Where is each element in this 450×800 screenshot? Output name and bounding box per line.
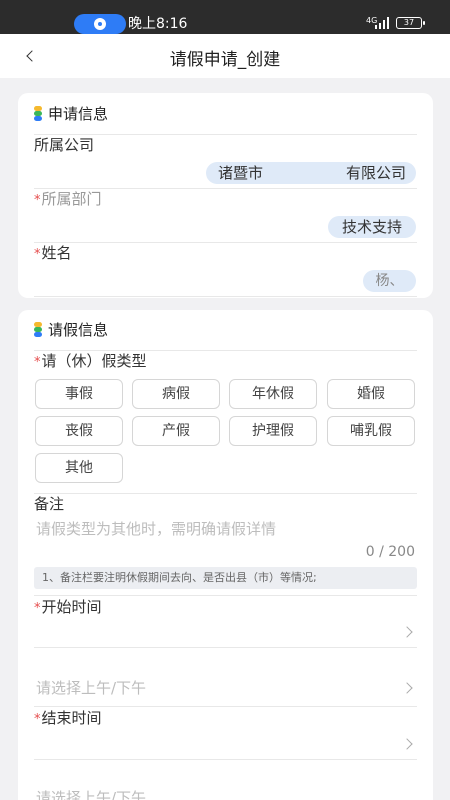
remark-input[interactable]: 请假类型为其他时，需明确请假详情: [36, 519, 276, 539]
required-mark: *: [34, 247, 41, 262]
divider: [34, 647, 417, 648]
divider: [34, 595, 417, 596]
remark-label: 备注: [34, 495, 65, 513]
start-time-label: *开始时间: [34, 598, 102, 616]
leave-info-title: 请假信息: [48, 321, 109, 339]
leave-type-funeral[interactable]: 丧假: [35, 416, 123, 446]
remark-notice: 1、备注栏要注明休假期间去向、是否出县（市）等情况;: [34, 567, 417, 589]
required-mark: *: [34, 712, 41, 727]
leave-type-sick[interactable]: 病假: [132, 379, 220, 409]
company-value-left: 诸暨市: [218, 164, 264, 182]
section-stack-icon: [34, 322, 42, 338]
location-pill: [74, 14, 126, 34]
location-pin-icon: [94, 18, 106, 30]
end-time-label: *结束时间: [34, 709, 102, 727]
status-time: 晚上8:16: [128, 16, 188, 32]
end-period-select[interactable]: 请选择上午/下午: [36, 788, 146, 800]
apply-info-title: 申请信息: [48, 105, 109, 123]
divider: [34, 493, 417, 494]
required-mark: *: [34, 355, 41, 370]
required-mark: *: [34, 601, 41, 616]
divider: [34, 759, 417, 760]
name-value: 杨、: [363, 270, 416, 292]
signal-icon: [375, 17, 391, 29]
start-date-chevron-icon[interactable]: [401, 626, 413, 638]
leave-type-nursing[interactable]: 护理假: [229, 416, 317, 446]
section-stack-icon: [34, 106, 42, 122]
battery-icon: 37: [396, 17, 425, 29]
leave-info-card: 请假信息 *请（休）假类型 事假 病假 年休假 婚假 丧假 产假 护理假 哺乳假…: [18, 310, 433, 800]
leave-type-maternity[interactable]: 产假: [132, 416, 220, 446]
leave-type-annual[interactable]: 年休假: [229, 379, 317, 409]
company-value: 诸暨市 有限公司: [206, 162, 416, 184]
divider: [34, 296, 417, 297]
leave-type-personal[interactable]: 事假: [35, 379, 123, 409]
apply-info-card: 申请信息 所属公司 诸暨市 有限公司 *所属部门 技术支持 *姓名 杨、: [18, 93, 433, 298]
department-value: 技术支持: [328, 216, 416, 238]
end-date-chevron-icon[interactable]: [401, 738, 413, 750]
company-value-right: 有限公司: [345, 164, 406, 182]
leave-type-breastfeeding[interactable]: 哺乳假: [327, 416, 415, 446]
start-period-select[interactable]: 请选择上午/下午: [36, 678, 146, 698]
leave-type-label: *请（休）假类型: [34, 352, 147, 370]
name-label: *姓名: [34, 244, 72, 262]
status-bar: 晚上8:16 4G 37: [0, 0, 450, 34]
start-period-chevron-icon[interactable]: [401, 682, 413, 694]
divider: [34, 242, 417, 243]
page-title: 请假申请_创建: [169, 50, 281, 70]
company-label: 所属公司: [34, 136, 95, 154]
leave-type-other[interactable]: 其他: [35, 453, 123, 483]
nav-bar: 请假申请_创建: [0, 34, 450, 78]
divider: [34, 706, 417, 707]
remark-counter: 0 / 200: [365, 544, 415, 560]
required-mark: *: [34, 193, 41, 208]
leave-type-marriage[interactable]: 婚假: [327, 379, 415, 409]
department-label: *所属部门: [34, 190, 102, 208]
